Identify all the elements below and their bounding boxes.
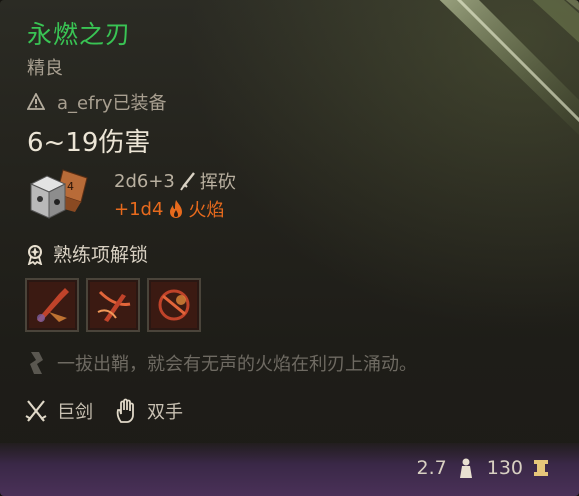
fire-icon	[170, 200, 183, 218]
lacerate-skill-icon	[90, 282, 136, 328]
sword-artwork	[439, 0, 579, 135]
bonus-type: 火焰	[188, 200, 225, 221]
damage-details: 2d6+3 挥砍 +1d4 火焰	[114, 167, 236, 223]
bonus-damage-row: +1d4 火焰	[114, 195, 236, 223]
crossed-swords-icon	[25, 400, 47, 422]
proficiency-header: 熟练项解锁	[25, 240, 148, 267]
base-damage-row: 2d6+3 挥砍	[114, 167, 236, 195]
weight-icon	[459, 458, 472, 478]
pommel-strike-skill-icon	[151, 282, 197, 328]
item-rarity: 精良	[27, 58, 63, 79]
skill-slot-2[interactable]	[86, 278, 140, 332]
handedness: 双手	[147, 402, 183, 423]
cleave-skill-icon	[29, 282, 75, 328]
proficiency-icon	[27, 244, 43, 265]
weapon-properties: 巨剑 双手	[25, 398, 183, 424]
lore-icon	[30, 352, 43, 374]
proficiency-label: 熟练项解锁	[53, 244, 149, 266]
hand-icon	[116, 398, 134, 423]
footer-stats: 2.7 130	[417, 457, 549, 479]
skill-slot-1[interactable]	[25, 278, 79, 332]
base-dice: 2d6+3	[114, 170, 175, 192]
description-text: 一拔出鞘，就会有无声的火焰在利刃上涌动。	[57, 354, 417, 375]
warning-icon	[27, 93, 45, 110]
damage-range: 6~19伤害	[27, 128, 151, 158]
svg-text:4: 4	[67, 180, 74, 193]
gold-icon	[534, 460, 548, 476]
item-name: 永燃之刃	[27, 20, 132, 49]
weight-value: 2.7	[416, 457, 447, 479]
bonus-dice: +1d4	[114, 198, 164, 220]
gold-value: 130	[486, 457, 523, 479]
item-tooltip: 永燃之刃 精良 a_efry已装备 6~19伤害 4 2d6+3 挥砍 +1d4…	[0, 0, 579, 496]
equipped-status: a_efry已装备	[27, 89, 167, 115]
skill-list	[25, 278, 201, 332]
equipped-label: a_efry已装备	[57, 93, 167, 114]
item-description: 一拔出鞘，就会有无声的火焰在利刃上涌动。	[27, 350, 417, 376]
damage-type: 挥砍	[199, 172, 236, 193]
weapon-type: 巨剑	[57, 402, 93, 423]
slash-icon	[180, 172, 195, 191]
dice-icon: 4	[29, 169, 88, 219]
skill-slot-3[interactable]	[147, 278, 201, 332]
